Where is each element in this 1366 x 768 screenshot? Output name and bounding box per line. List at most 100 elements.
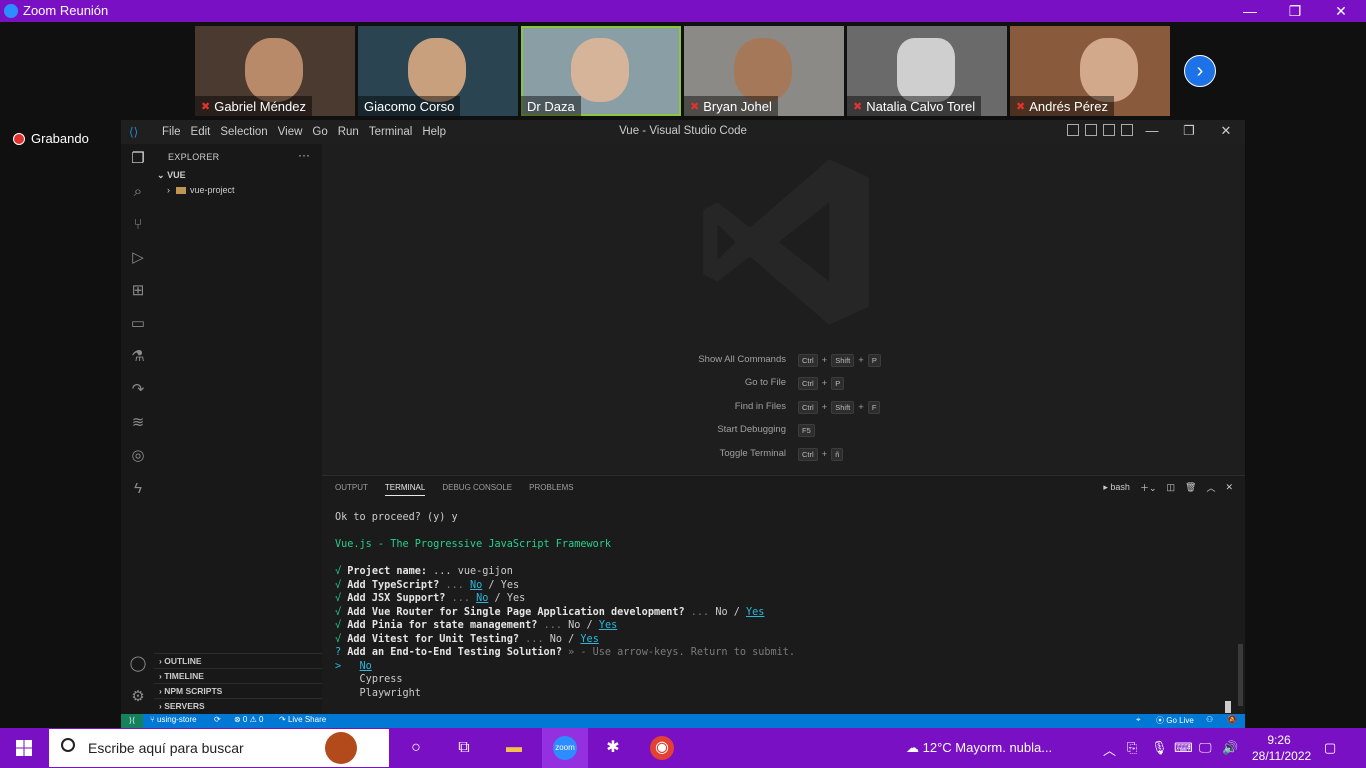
sync-icon[interactable]: ⟳ <box>214 715 221 724</box>
chevron-up-icon[interactable]: ︿ <box>1103 740 1116 759</box>
cortana-icon[interactable]: ○ <box>404 736 428 760</box>
layout-controls <box>1067 124 1133 136</box>
windows-start-icon[interactable] <box>16 740 32 756</box>
remote-indicator-icon[interactable]: ⟩⟨ <box>121 714 143 728</box>
participant-tile-active-speaker[interactable]: Dr Daza <box>521 26 681 116</box>
folder-icon <box>176 187 186 195</box>
close-panel-icon[interactable]: ✕ <box>1225 482 1233 493</box>
kbd: F5 <box>798 424 815 437</box>
network-icon[interactable]: 🖵 <box>1199 740 1212 756</box>
close-icon[interactable]: ✕ <box>1326 2 1356 20</box>
notifications-icon[interactable]: 🔕 <box>1227 715 1237 724</box>
timeline-section[interactable]: › TIMELINE <box>154 668 322 683</box>
toggle-panel-icon[interactable] <box>1085 124 1097 136</box>
participant-tile[interactable]: ✖ Andrés Pérez <box>1010 26 1170 116</box>
language-icon[interactable]: ⌨ <box>1174 740 1193 756</box>
microphone-icon[interactable]: 🎙 <box>1151 740 1168 756</box>
go-live-status[interactable]: ⦿ Go Live <box>1156 715 1194 726</box>
extensions-icon[interactable]: ⊞ <box>129 282 147 300</box>
problems-status[interactable]: ⊗ 0 ⚠ 0 <box>234 715 263 724</box>
term-option[interactable]: Playwright <box>360 688 421 699</box>
next-page-arrow-icon[interactable]: › <box>1184 55 1216 87</box>
thunder-client-icon[interactable]: ϟ <box>129 480 147 498</box>
maximize-panel-icon[interactable]: ︿ <box>1206 481 1215 494</box>
remote-explorer-icon[interactable]: ▭ <box>129 315 147 333</box>
explorer-icon[interactable]: ❐ <box>129 150 147 168</box>
kbd: P <box>867 354 881 367</box>
trash-icon[interactable]: 🗑 <box>1185 482 1196 493</box>
split-terminal-icon[interactable]: ◫ <box>1166 482 1175 493</box>
participant-tile[interactable]: ✖ Natalia Calvo Torel <box>847 26 1007 116</box>
menu-selection[interactable]: Selection <box>215 120 272 144</box>
section-label: OUTLINE <box>164 656 202 666</box>
volume-icon[interactable]: 🔊 <box>1222 740 1238 756</box>
menu-file[interactable]: File <box>157 120 186 144</box>
gear-icon[interactable]: ⚙ <box>129 688 147 706</box>
toggle-primary-sidebar-icon[interactable] <box>1067 124 1079 136</box>
accounts-status-icon[interactable]: ⚇ <box>1206 715 1213 724</box>
close-icon[interactable]: ✕ <box>1211 123 1241 139</box>
taskbar-search-box[interactable]: Escribe aquí para buscar <box>49 729 389 767</box>
minimize-icon[interactable]: — <box>1137 123 1167 138</box>
notification-center-icon[interactable]: ▢ <box>1324 740 1336 756</box>
tab-debug-console[interactable]: DEBUG CONSOLE <box>442 483 512 496</box>
restore-icon[interactable]: ❐ <box>1174 123 1204 139</box>
live-share-status[interactable]: ↷ Live Share <box>279 715 326 724</box>
workspace-section[interactable]: ⌄ VUE <box>157 170 186 181</box>
npm-scripts-section[interactable]: › NPM SCRIPTS <box>154 683 322 698</box>
tab-problems[interactable]: PROBLEMS <box>529 483 573 496</box>
chrome-icon[interactable]: ◉ <box>650 736 674 760</box>
task-view-icon[interactable]: ⧉ <box>452 736 476 760</box>
customize-layout-icon[interactable] <box>1121 124 1133 136</box>
servers-section[interactable]: › SERVERS <box>154 698 322 713</box>
menu-terminal[interactable]: Terminal <box>364 120 417 144</box>
file-explorer-icon[interactable]: ▬ <box>502 736 526 760</box>
outline-section[interactable]: › OUTLINE <box>154 653 322 668</box>
source-control-icon[interactable]: ⑂ <box>129 216 147 234</box>
participant-tile[interactable]: Giacomo Corso <box>358 26 518 116</box>
search-icon[interactable]: ⌕ <box>129 183 147 201</box>
chevron-right-icon: › <box>159 686 162 696</box>
tab-output[interactable]: OUTPUT <box>335 483 368 496</box>
term-option-selected[interactable]: No <box>360 661 372 672</box>
term-option[interactable]: Cypress <box>360 674 403 685</box>
menu-go[interactable]: Go <box>307 120 332 144</box>
docker-icon[interactable]: ≋ <box>129 414 147 432</box>
shortcut-row: Toggle Terminal Ctrl + ñ <box>622 448 1022 464</box>
mic-muted-icon: ✖ <box>690 100 700 113</box>
participant-tile[interactable]: ✖ Gabriel Méndez <box>195 26 355 116</box>
menu-help[interactable]: Help <box>417 120 451 144</box>
accounts-icon[interactable]: ◯ <box>129 655 147 673</box>
run-debug-icon[interactable]: ▷ <box>129 249 147 267</box>
tree-item-folder[interactable]: › vue-project <box>167 185 235 195</box>
menu-view[interactable]: View <box>273 120 308 144</box>
toggle-secondary-sidebar-icon[interactable] <box>1103 124 1115 136</box>
minimize-icon[interactable]: — <box>1235 2 1265 20</box>
activity-bar: ❐ ⌕ ⑂ ▷ ⊞ ▭ ⚗ ↷ ≋ ◎ ϟ ◯ ⚙ <box>121 144 154 714</box>
recording-indicator[interactable]: Grabando <box>13 131 89 146</box>
terminal-output[interactable]: Ok to proceed? (y) y Vue.js - The Progre… <box>335 511 795 700</box>
terminal-shell-selector[interactable]: ▸ bash <box>1103 482 1130 493</box>
testing-icon[interactable]: ⚗ <box>129 348 147 366</box>
more-actions-icon[interactable]: ··· <box>298 148 310 162</box>
terminal-scrollbar[interactable] <box>1238 644 1243 706</box>
gitlens-icon[interactable]: ◎ <box>129 447 147 465</box>
branch-status[interactable]: ⑂ using-store <box>150 715 197 724</box>
menu-edit[interactable]: Edit <box>186 120 216 144</box>
term-prompt: Add Pinia for state management? <box>347 620 538 631</box>
participant-tile[interactable]: ✖ Bryan Johel <box>684 26 844 116</box>
taskbar-clock[interactable]: 9:26 28/11/2022 <box>1252 732 1311 764</box>
shortcut-label: Show All Commands <box>698 354 786 365</box>
term-prompt: Add Vue Router for Single Page Applicati… <box>347 606 685 618</box>
slack-icon[interactable]: ✱ <box>601 736 625 760</box>
restore-icon[interactable]: ❐ <box>1280 2 1310 20</box>
zoom-app-icon[interactable]: zoom <box>553 736 577 760</box>
editor-area[interactable]: Show All Commands Ctrl + Shift + P Go to Fil… <box>322 144 1245 474</box>
live-share-icon[interactable]: ↷ <box>129 381 147 399</box>
pin-icon[interactable]: ⌖ <box>1136 715 1141 725</box>
weather-widget[interactable]: ☁ 12°C Mayorm. nubla... <box>906 740 1052 756</box>
meet-now-icon[interactable]: ⎘ <box>1127 740 1137 756</box>
menu-run[interactable]: Run <box>333 120 364 144</box>
tab-terminal[interactable]: TERMINAL <box>384 483 426 496</box>
new-terminal-icon[interactable]: ＋⌄ <box>1140 481 1157 494</box>
